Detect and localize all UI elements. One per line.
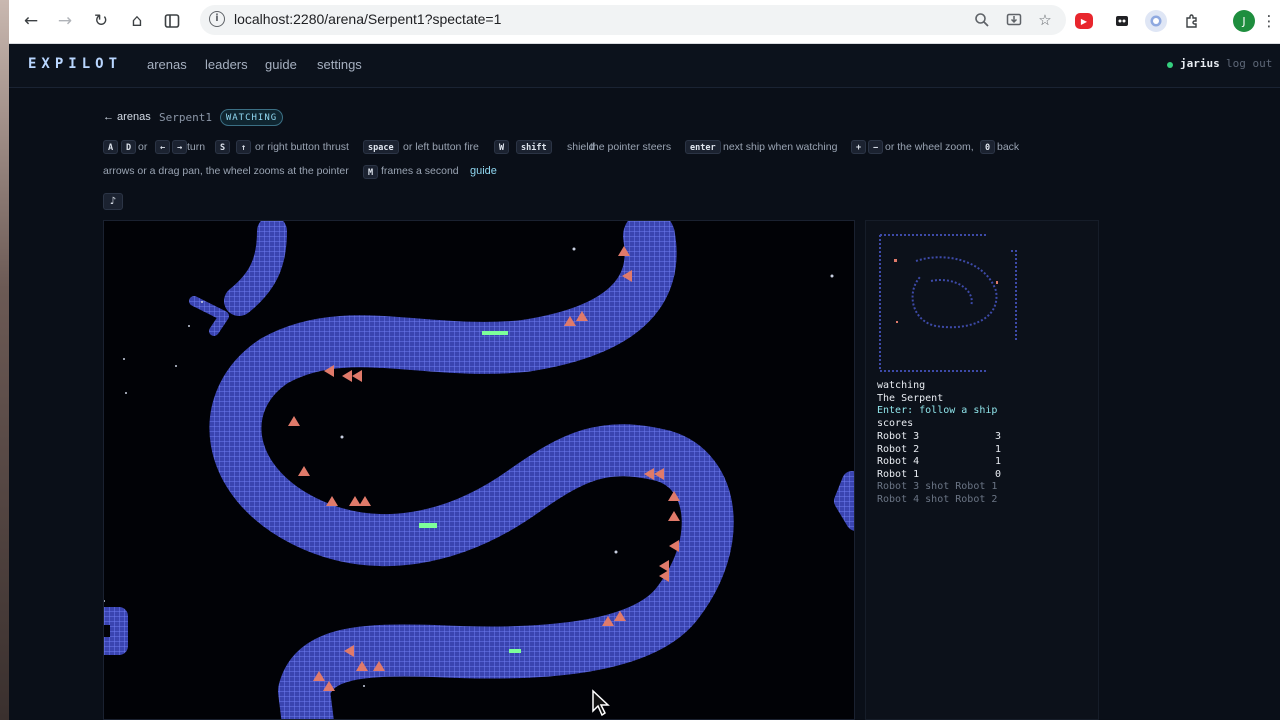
- profile-avatar[interactable]: J: [1233, 10, 1255, 32]
- key-cap: D: [121, 140, 137, 154]
- map-name: The Serpent: [877, 393, 944, 404]
- browser-menu-icon[interactable]: ⋮: [1258, 10, 1280, 32]
- install-app-icon[interactable]: [1003, 9, 1025, 31]
- site-info-icon[interactable]: i: [209, 11, 225, 27]
- scores-heading: scores: [877, 418, 914, 429]
- controls-help-text: or right button thrust: [255, 141, 349, 153]
- follow-hint: Enter: follow a ship: [877, 405, 998, 416]
- extensions-puzzle-icon[interactable]: [1181, 10, 1203, 32]
- nav-leaders[interactable]: leaders: [205, 57, 248, 72]
- address-bar[interactable]: i localhost:2280/arena/Serpent1?spectate…: [200, 5, 1066, 35]
- controls-help-text: next ship when watching: [723, 141, 838, 153]
- profile-sync-icon[interactable]: [1145, 10, 1167, 32]
- watching-badge: WATCHING: [220, 109, 283, 126]
- score-value: 0: [995, 468, 1002, 480]
- zoom-icon[interactable]: [971, 9, 993, 31]
- score-player-name: Robot 2: [877, 443, 920, 455]
- score-player-name: Robot 1: [877, 468, 920, 480]
- controls-help-text: the pointer steers: [590, 141, 672, 153]
- forward-arrow-icon[interactable]: →: [52, 9, 78, 33]
- score-value: 1: [995, 456, 1002, 467]
- key-cap: ←: [155, 140, 171, 154]
- key-cap: ↑: [236, 140, 252, 154]
- nav-arenas[interactable]: arenas: [147, 57, 187, 72]
- event-log-entry: Robot 4 shot Robot 2: [877, 493, 998, 505]
- mouse-cursor-icon: [592, 689, 610, 717]
- controls-help-text: or left button fire: [403, 141, 479, 153]
- controls-help-text: or: [138, 141, 148, 153]
- key-M: M: [363, 165, 379, 179]
- score-player-name: Robot 3: [877, 431, 920, 442]
- username[interactable]: jarius: [1180, 57, 1220, 70]
- minimap[interactable]: [866, 221, 1100, 381]
- youtube-extension-icon[interactable]: ▶: [1075, 13, 1093, 29]
- online-status-dot: [1167, 62, 1173, 68]
- side-panel: watching The Serpent Enter: follow a shi…: [865, 220, 1099, 720]
- reload-icon[interactable]: ↻: [88, 9, 114, 33]
- music-toggle-button[interactable]: ♪: [103, 193, 123, 210]
- back-to-arenas-link[interactable]: ← arenas: [103, 111, 151, 123]
- nav-settings[interactable]: settings: [317, 57, 362, 72]
- score-value: 1: [995, 443, 1002, 455]
- score-player-name: Robot 4: [877, 456, 920, 467]
- pan-help-text: arrows or a drag pan, the wheel zooms at…: [103, 165, 349, 177]
- event-log-entry: Robot 3 shot Robot 1: [877, 481, 998, 492]
- key-cap: W: [494, 140, 510, 154]
- arena-name: Serpent1: [159, 111, 212, 124]
- key-cap: +: [851, 140, 867, 154]
- key-cap: S: [215, 140, 231, 154]
- key-cap: A: [103, 140, 119, 154]
- key-cap: →: [172, 140, 188, 154]
- watch-status: watching: [877, 380, 926, 391]
- home-icon[interactable]: ⌂: [124, 9, 150, 33]
- nav-guide[interactable]: guide: [265, 57, 297, 72]
- app: EXPILOT arenas leaders guide settings ja…: [9, 44, 1280, 720]
- score-value: 3: [995, 431, 1002, 442]
- url-text[interactable]: localhost:2280/arena/Serpent1?spectate=1: [234, 11, 501, 27]
- browser-toolbar: ← → ↻ ⌂ i localhost:2280/arena/Serpent1?…: [9, 0, 1280, 44]
- frames-help-text: frames a second: [381, 165, 459, 177]
- bookmark-star-icon[interactable]: ☆: [1034, 9, 1056, 31]
- logout-link[interactable]: log out: [1226, 57, 1272, 70]
- guide-link[interactable]: guide: [470, 165, 497, 177]
- side-panel-icon[interactable]: [159, 9, 185, 33]
- key-cap: 0: [980, 140, 996, 154]
- controls-help-text: turn: [187, 141, 206, 153]
- logo[interactable]: EXPILOT: [28, 56, 122, 72]
- key-cap: enter: [685, 140, 721, 154]
- extension-icon[interactable]: [1111, 10, 1133, 32]
- key-cap: space: [363, 140, 399, 154]
- top-nav: EXPILOT arenas leaders guide settings ja…: [9, 44, 1280, 88]
- controls-help-text: or the wheel zoom,: [885, 141, 974, 153]
- arena-map: [104, 221, 854, 719]
- key-cap: −: [868, 140, 884, 154]
- key-cap: shift: [516, 140, 552, 154]
- game-canvas[interactable]: [103, 220, 855, 720]
- controls-help-text: back: [997, 141, 1020, 153]
- back-arrow-icon[interactable]: ←: [18, 9, 44, 33]
- desktop-edge: [0, 0, 9, 720]
